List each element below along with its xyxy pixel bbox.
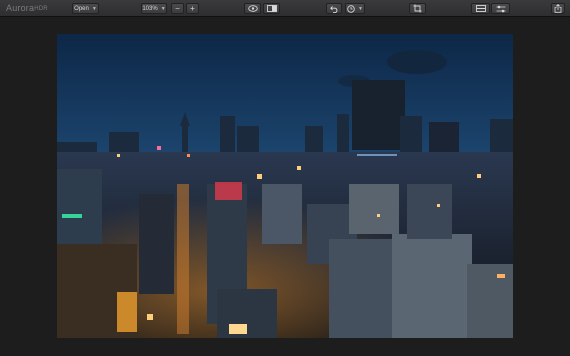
crop-icon (413, 4, 422, 13)
chevron-down-icon: ▼ (160, 5, 166, 12)
zoom-level-dropdown[interactable]: 103% ▼ (141, 3, 167, 14)
open-button[interactable]: Open ▼ (72, 3, 99, 14)
zoom-out-button[interactable]: − (171, 3, 184, 14)
history-button[interactable]: ▼ (345, 3, 365, 14)
editor-canvas (0, 17, 570, 356)
adjustments-button[interactable] (491, 3, 510, 14)
undo-button[interactable] (326, 3, 342, 14)
zoom-in-button[interactable]: + (186, 3, 199, 14)
photo-render (57, 34, 513, 338)
compare-icon (266, 5, 277, 12)
presets-icon (475, 5, 486, 12)
app-logo: AuroraHDR (6, 3, 48, 13)
chevron-down-icon: ▼ (358, 5, 363, 12)
share-button[interactable] (551, 3, 565, 14)
undo-icon (329, 5, 339, 13)
chevron-down-icon: ▼ (91, 5, 97, 12)
compare-button[interactable] (263, 3, 280, 14)
top-toolbar: AuroraHDR Open ▼ 103% ▼ − + ▼ (0, 0, 570, 17)
cloud (387, 50, 447, 74)
crop-button[interactable] (409, 3, 426, 14)
share-icon (554, 4, 562, 13)
eye-icon (247, 5, 258, 12)
history-icon (347, 4, 355, 13)
sliders-icon (496, 5, 506, 13)
presets-button[interactable] (471, 3, 490, 14)
preview-toggle-button[interactable] (244, 3, 261, 14)
city-night-photo[interactable] (57, 34, 513, 338)
